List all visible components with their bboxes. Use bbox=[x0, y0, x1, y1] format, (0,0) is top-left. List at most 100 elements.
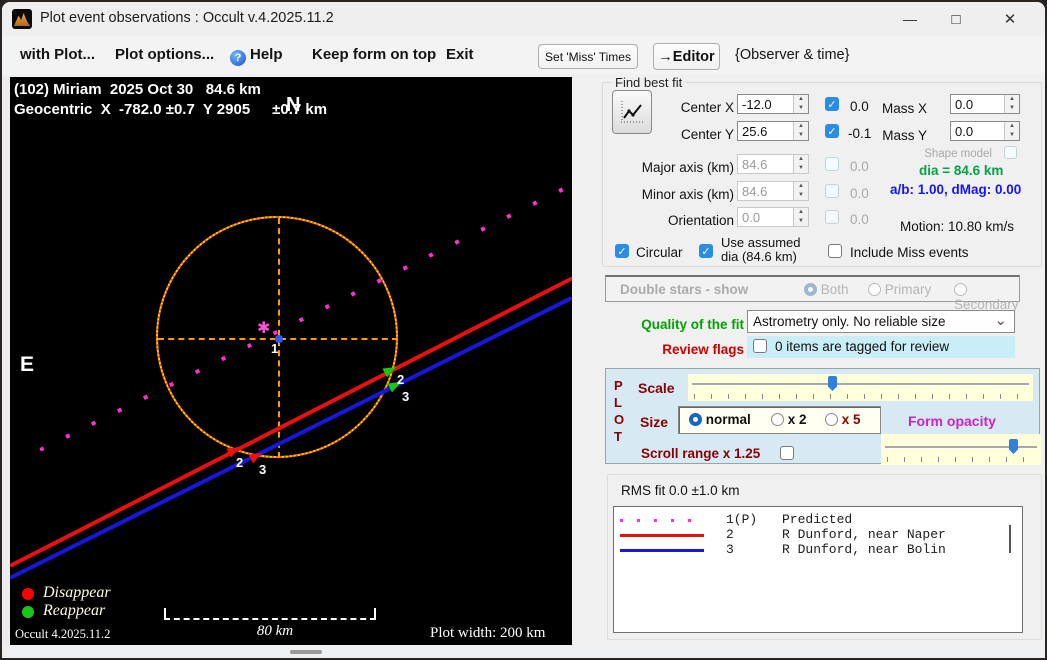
center-x-checkbox[interactable]: ✓ bbox=[825, 97, 839, 111]
disappear-label-2: 2 bbox=[236, 455, 243, 470]
spin-down-icon: ▼ bbox=[794, 104, 808, 113]
legend-sample-chord2 bbox=[620, 534, 704, 537]
center-y-spinner[interactable]: 25.6 ▲▼ bbox=[737, 121, 809, 141]
size-radio-group: normal x 2 x 5 bbox=[678, 406, 881, 434]
spin-down-icon: ▼ bbox=[1005, 131, 1019, 140]
plot-title-line2: Geocentric X -782.0 ±0.7 Y 2905±0.7 km bbox=[14, 101, 327, 118]
east-label: E bbox=[20, 353, 34, 377]
spin-down-icon: ▼ bbox=[794, 164, 808, 173]
rms-listbox[interactable]: 1(P) Predicted 2 R Dunford, near Naper 3… bbox=[613, 506, 1023, 633]
mountain-icon bbox=[14, 13, 30, 26]
minor-axis-checkbox[interactable] bbox=[825, 184, 839, 198]
form-opacity-slider-thumb[interactable] bbox=[1009, 439, 1018, 454]
radio-icon bbox=[804, 283, 817, 296]
center-y-checkbox[interactable]: ✓ bbox=[825, 124, 839, 138]
observer-time-label: {Observer & time} bbox=[735, 47, 849, 63]
form-opacity-slider[interactable] bbox=[881, 434, 1041, 465]
app-window: Plot event observations : Occult v.4.202… bbox=[0, 0, 1047, 660]
minor-axis-adjust: 0.0 bbox=[850, 186, 869, 201]
review-flags-text: 0 items are tagged for review bbox=[775, 339, 949, 354]
slider-groove bbox=[692, 383, 1029, 385]
menu-exit[interactable]: Exit bbox=[446, 46, 474, 63]
double-stars-secondary-radio[interactable]: Secondary bbox=[954, 282, 1019, 312]
circular-checkbox[interactable]: ✓ bbox=[615, 244, 629, 258]
menu-help[interactable]: ?Help bbox=[230, 46, 283, 66]
scale-label: Scale bbox=[638, 380, 675, 396]
plot-canvas[interactable]: (102) Miriam 2025 Oct 30 84.6 km Geocent… bbox=[10, 77, 572, 645]
scalebar-label: 80 km bbox=[245, 623, 305, 640]
plot-controls-panel: PLOT Scale Size normal x 2 x 5 Form opac… bbox=[605, 368, 1040, 464]
radio-icon bbox=[825, 413, 838, 426]
scroll-range-checkbox[interactable] bbox=[780, 446, 794, 460]
maximize-button[interactable]: □ bbox=[933, 2, 979, 36]
slider-ticks bbox=[887, 457, 1035, 462]
rms-entry-name: R Dunford, near Bolin bbox=[782, 542, 946, 557]
close-button[interactable]: ✕ bbox=[987, 2, 1033, 36]
plot-vertical-scrollbar[interactable] bbox=[2, 77, 10, 645]
center-x-spinner[interactable]: -12.0 ▲▼ bbox=[737, 94, 809, 114]
size-x2-radio[interactable]: x 2 bbox=[771, 412, 807, 427]
menu-with-plot[interactable]: with Plot... bbox=[20, 46, 95, 63]
double-stars-primary-radio[interactable]: Primary bbox=[868, 282, 931, 297]
plot-horizontal-scrollbar[interactable] bbox=[2, 645, 1045, 659]
editor-button[interactable]: →Editor bbox=[653, 43, 720, 70]
include-miss-label: Include Miss events bbox=[850, 245, 969, 260]
legend-disappear: Disappear bbox=[43, 584, 111, 602]
spin-up-icon: ▲ bbox=[1005, 122, 1019, 131]
set-miss-times-button[interactable]: Set 'Miss' Times bbox=[538, 44, 638, 69]
hscroll-thumb[interactable] bbox=[290, 650, 322, 654]
review-flags-checkbox[interactable] bbox=[753, 339, 767, 353]
shape-model-checkbox[interactable] bbox=[1004, 146, 1017, 159]
ab-dmag-readout: a/b: 1.00, dMag: 0.00 bbox=[890, 182, 1021, 197]
center-x-label: Center X bbox=[602, 100, 734, 115]
mass-y-spinner[interactable]: 0.0 ▲▼ bbox=[950, 121, 1020, 141]
rms-entry-name: R Dunford, near Naper bbox=[782, 527, 946, 542]
rms-entry-num: 2 bbox=[726, 527, 782, 542]
mass-x-spinner[interactable]: 0.0 ▲▼ bbox=[950, 94, 1020, 114]
diameter-readout: dia = 84.6 km bbox=[919, 163, 1003, 178]
use-assumed-checkbox[interactable]: ✓ bbox=[699, 244, 713, 258]
radio-icon bbox=[954, 283, 967, 296]
spin-up-icon: ▲ bbox=[1005, 95, 1019, 104]
control-panel: Find best fit Center X -12.0 ▲▼ ✓ 0.0 Ma… bbox=[572, 74, 1047, 647]
size-x5-radio[interactable]: x 5 bbox=[825, 412, 861, 427]
help-icon: ? bbox=[230, 50, 246, 66]
review-flags-label: Review flags bbox=[602, 342, 744, 357]
rms-entry-name: Predicted bbox=[782, 512, 852, 527]
spin-up-icon: ▲ bbox=[794, 95, 808, 104]
list-scroll-bar[interactable] bbox=[1009, 525, 1011, 553]
check-icon: ✓ bbox=[617, 245, 626, 258]
minor-axis-spinner[interactable]: 84.6 ▲▼ bbox=[737, 181, 809, 201]
rms-fit-label: RMS fit 0.0 ±1.0 km bbox=[621, 483, 739, 498]
menu-plot-options[interactable]: Plot options... bbox=[115, 46, 214, 63]
major-axis-adjust: 0.0 bbox=[850, 159, 869, 174]
mass-x-label: Mass X bbox=[852, 101, 927, 116]
double-stars-both-radio[interactable]: Both bbox=[804, 282, 849, 297]
quality-dropdown[interactable]: Astrometry only. No reliable size ⌄ bbox=[747, 310, 1015, 333]
shape-model-label: Shape model bbox=[852, 148, 992, 160]
spin-up-icon: ▲ bbox=[794, 182, 808, 191]
size-label: Size bbox=[640, 414, 668, 430]
center-y-label: Center Y bbox=[602, 127, 734, 142]
app-icon bbox=[12, 9, 32, 29]
find-best-fit-label: Find best fit bbox=[611, 75, 686, 90]
menu-keep-on-top[interactable]: Keep form on top bbox=[312, 46, 436, 63]
major-axis-spinner[interactable]: 84.6 ▲▼ bbox=[737, 154, 809, 174]
orientation-spinner[interactable]: 0.0 ▲▼ bbox=[737, 207, 809, 227]
check-icon: ✓ bbox=[827, 98, 836, 111]
minimize-button[interactable]: — bbox=[887, 2, 933, 36]
legend-sample-predicted bbox=[620, 519, 704, 522]
include-miss-checkbox[interactable] bbox=[828, 244, 842, 258]
plot-width-label: Plot width: 200 km bbox=[430, 625, 545, 642]
major-axis-checkbox[interactable] bbox=[825, 157, 839, 171]
check-icon: ✓ bbox=[701, 245, 710, 258]
size-normal-radio[interactable]: normal bbox=[689, 412, 751, 427]
title-bar: Plot event observations : Occult v.4.202… bbox=[2, 2, 1045, 36]
orientation-adjust: 0.0 bbox=[850, 212, 869, 227]
orientation-checkbox[interactable] bbox=[825, 210, 839, 224]
major-axis-label: Major axis (km) bbox=[602, 160, 734, 175]
radio-icon bbox=[689, 413, 702, 426]
motion-readout: Motion: 10.80 km/s bbox=[900, 219, 1014, 234]
scale-slider[interactable] bbox=[688, 374, 1033, 401]
scale-slider-thumb[interactable] bbox=[828, 376, 837, 391]
